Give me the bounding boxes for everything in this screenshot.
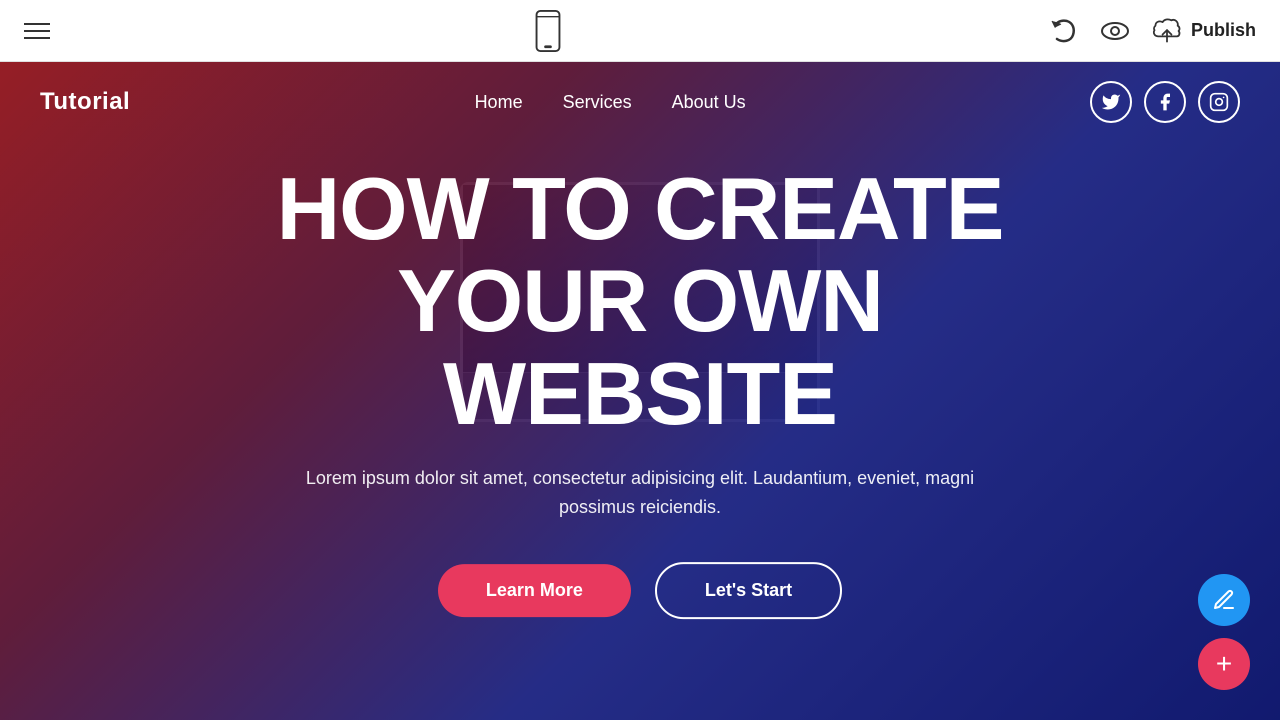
toolbar-left — [24, 23, 50, 39]
toolbar: Publish — [0, 0, 1280, 62]
hero-title-line2: YOUR OWN WEBSITE — [397, 252, 883, 443]
website-preview: Tutorial Home Services About Us — [0, 62, 1280, 720]
instagram-button[interactable] — [1198, 81, 1240, 123]
hero-title: HOW TO CREATE YOUR OWN WEBSITE — [190, 163, 1090, 440]
twitter-button[interactable] — [1090, 81, 1132, 123]
hero-section: Tutorial Home Services About Us — [0, 62, 1280, 720]
toolbar-right: Publish — [1047, 15, 1256, 47]
toolbar-center — [534, 10, 562, 52]
hero-subtitle: Lorem ipsum dolor sit amet, consectetur … — [280, 464, 1000, 522]
learn-more-button[interactable]: Learn More — [438, 564, 631, 617]
fab-container: + — [1198, 574, 1250, 690]
preview-button[interactable] — [1099, 15, 1131, 47]
mobile-preview-button[interactable] — [534, 10, 562, 52]
social-links — [1090, 81, 1240, 123]
nav-home-link[interactable]: Home — [475, 92, 523, 113]
hero-title-line1: HOW TO CREATE — [277, 159, 1004, 258]
hero-content: HOW TO CREATE YOUR OWN WEBSITE Lorem ips… — [190, 163, 1090, 619]
hero-buttons: Learn More Let's Start — [190, 562, 1090, 619]
nav-links: Home Services About Us — [475, 92, 746, 113]
nav-about-link[interactable]: About Us — [672, 92, 746, 113]
fab-add-button[interactable]: + — [1198, 638, 1250, 690]
fab-edit-button[interactable] — [1198, 574, 1250, 626]
nav-services-link[interactable]: Services — [563, 92, 632, 113]
site-logo: Tutorial — [40, 88, 130, 116]
publish-button[interactable]: Publish — [1151, 15, 1256, 47]
undo-button[interactable] — [1047, 15, 1079, 47]
menu-icon[interactable] — [24, 23, 50, 39]
facebook-button[interactable] — [1144, 81, 1186, 123]
site-navigation: Tutorial Home Services About Us — [0, 62, 1280, 142]
publish-label: Publish — [1191, 20, 1256, 41]
lets-start-button[interactable]: Let's Start — [655, 562, 842, 619]
